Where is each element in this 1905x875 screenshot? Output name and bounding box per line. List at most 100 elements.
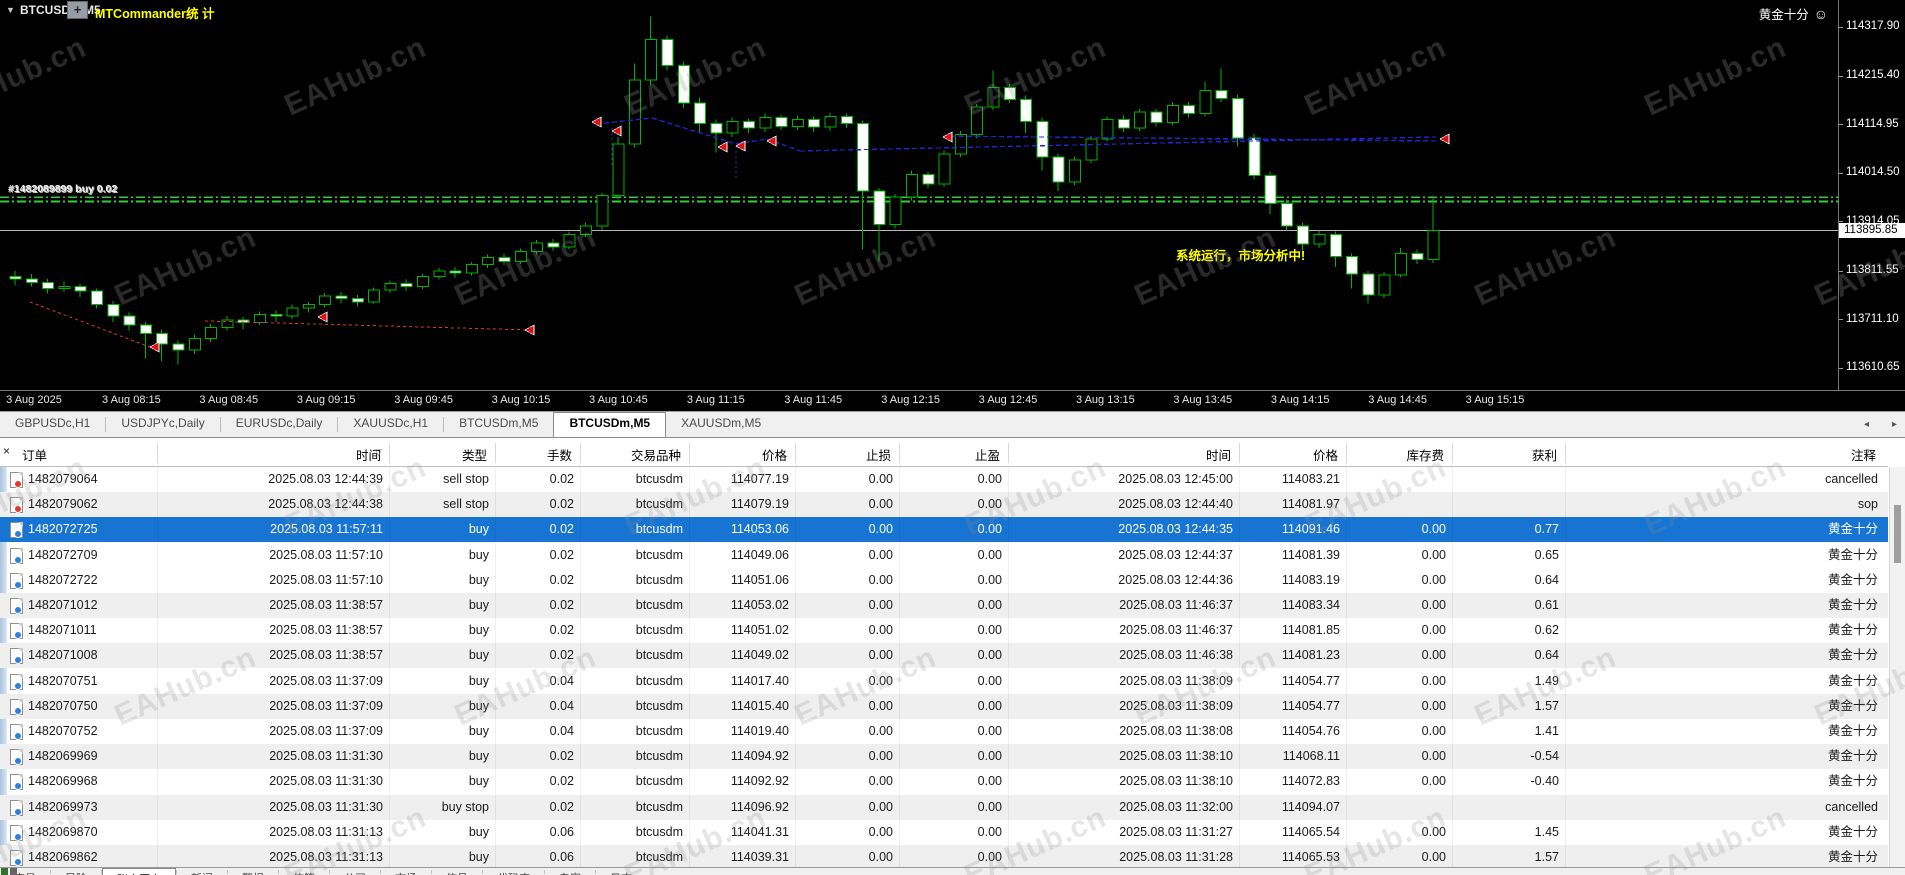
column-separator [795, 618, 796, 644]
cell-close_price: 114054.77 [1281, 698, 1340, 713]
table-row[interactable]: 1482069862 2025.08.03 11:31:13 buy 0.06 btcu… [0, 845, 1888, 867]
table-row[interactable]: 1482069968 2025.08.03 11:31:30 buy 0.02 btcu… [0, 769, 1888, 795]
cell-order: 1482072709 [28, 547, 98, 562]
cell-symbol: btcusdm [635, 799, 683, 814]
chart-tab-btcusdm-m5-4[interactable]: BTCUSDm,M5 [444, 412, 553, 437]
terminal-tab-10[interactable]: 专家 [545, 868, 595, 875]
cell-tp: 0.00 [977, 724, 1002, 738]
table-row[interactable]: 1482069969 2025.08.03 11:31:30 buy 0.02 btcu… [0, 744, 1888, 770]
terminal-tab-11[interactable]: 日志 [596, 868, 646, 875]
column-separator[interactable] [157, 443, 158, 463]
terminal-tab-6[interactable]: 公司 [330, 868, 380, 875]
chart-tab-xauusdc-h1-3[interactable]: XAUUSDc,H1 [338, 412, 443, 437]
col-header-comment[interactable]: 注释 [1851, 445, 1876, 464]
table-row[interactable]: 1482072709 2025.08.03 11:57:10 buy 0.02 btcu… [0, 542, 1888, 568]
column-separator[interactable] [495, 443, 496, 463]
col-header-profit[interactable]: 获利 [1532, 445, 1557, 464]
column-separator[interactable] [580, 443, 581, 463]
cell-profit: 1.49 [1534, 673, 1559, 688]
table-row[interactable]: 1482071011 2025.08.03 11:38:57 buy 0.02 btcu… [0, 618, 1888, 644]
chart-tab-btcusdm-m5-5[interactable]: BTCUSDm,M5 [553, 412, 667, 437]
cell-profit: 0.64 [1534, 648, 1559, 663]
candlestick-chart[interactable] [0, 0, 1838, 390]
chart-tab-gbpusdc-h1-0[interactable]: GBPUSDc,H1 [0, 412, 105, 437]
column-separator[interactable] [389, 443, 390, 463]
col-header-symbol[interactable]: 交易品种 [631, 445, 681, 464]
column-separator [899, 517, 900, 543]
col-header-close_price[interactable]: 价格 [1313, 445, 1338, 464]
terminal-tab-5[interactable]: 信箱 [279, 868, 329, 875]
column-separator [157, 668, 158, 694]
column-separator [1008, 618, 1009, 644]
tab-scroll-left-icon[interactable]: ◂ [1864, 419, 1869, 430]
col-header-price[interactable]: 价格 [762, 445, 787, 464]
column-separator[interactable] [1239, 443, 1240, 463]
column-separator [1452, 593, 1453, 618]
table-row[interactable]: 1482079062 2025.08.03 12:44:38 sell stop 0.… [0, 492, 1888, 518]
column-separator [899, 693, 900, 719]
cell-close_price: 114054.77 [1281, 673, 1340, 688]
cell-comment: 黄金十分 [1827, 623, 1878, 638]
terminal-tab-2[interactable]: 账户历史 [102, 868, 176, 875]
col-header-lots[interactable]: 手数 [547, 445, 572, 464]
chart-tab-xauusdm-m5-6[interactable]: XAUUSDm,M5 [666, 412, 776, 437]
column-separator [1346, 744, 1347, 770]
column-separator[interactable] [689, 443, 690, 463]
cell-type: sell stop [443, 472, 489, 486]
col-header-swap[interactable]: 库存费 [1406, 445, 1444, 464]
column-separator[interactable] [795, 443, 796, 463]
cell-lots: 0.02 [549, 497, 574, 512]
cell-profit: 1.45 [1534, 824, 1559, 839]
terminal-tab-8[interactable]: 信号 [432, 868, 482, 875]
col-header-tp[interactable]: 止盈 [975, 445, 1000, 464]
terminal-tab-1[interactable]: 风险 [51, 868, 101, 875]
chart-region[interactable]: ▼ BTCUSDm,M5 + MTCommander统 计 黄金十分 ☺ #148… [0, 0, 1905, 412]
crosshair-plus-icon[interactable]: + [67, 1, 88, 19]
cell-sl: 0.00 [868, 824, 893, 839]
table-row[interactable]: 1482071012 2025.08.03 11:38:57 buy 0.02 btcu… [0, 593, 1888, 618]
table-row[interactable]: 1482069973 2025.08.03 11:31:30 buy stop 0.0… [0, 794, 1888, 820]
table-row[interactable]: 1482070750 2025.08.03 11:37:09 buy 0.04 btcu… [0, 693, 1888, 719]
table-row[interactable]: 1482079064 2025.08.03 12:44:39 sell stop 0.… [0, 467, 1888, 492]
column-separator [1565, 819, 1566, 845]
table-row[interactable]: 1482072722 2025.08.03 11:57:10 buy 0.02 btcu… [0, 567, 1888, 593]
sort-indicator-icon[interactable]: ▽ [375, 447, 382, 458]
table-row[interactable]: 1482070752 2025.08.03 11:37:09 buy 0.04 btcu… [0, 719, 1888, 744]
cell-tp: 0.00 [977, 572, 1002, 587]
vertical-scrollbar[interactable] [1889, 467, 1905, 867]
terminal-tab-bar: 交易风险账户历史新闻警报信箱公司市场信号代码库专家日志 [0, 867, 1905, 875]
column-separator[interactable] [1008, 443, 1009, 463]
terminal-tab-4[interactable]: 警报 [228, 868, 278, 875]
column-separator [689, 668, 690, 694]
column-separator[interactable] [1346, 443, 1347, 463]
col-header-close_time[interactable]: 时间 [1206, 445, 1231, 464]
col-header-order[interactable]: 订单 [22, 445, 47, 464]
terminal-tab-3[interactable]: 新闻 [177, 868, 227, 875]
chart-tab-usdjpyc-daily-1[interactable]: USDJPYc,Daily [106, 412, 219, 437]
chart-tab-eurusdc-daily-2[interactable]: EURUSDc,Daily [221, 412, 338, 437]
table-row[interactable]: 1482072725 2025.08.03 11:57:11 buy 0.02 btcu… [0, 517, 1888, 543]
table-row[interactable]: 1482070751 2025.08.03 11:37:09 buy 0.04 btcu… [0, 668, 1888, 694]
column-separator[interactable] [1565, 443, 1566, 463]
column-separator [580, 845, 581, 867]
column-separator [580, 719, 581, 744]
cell-close_time: 2025.08.03 11:31:28 [1119, 850, 1233, 864]
column-separator[interactable] [1452, 443, 1453, 463]
tab-scroll-right-icon[interactable]: ▸ [1892, 419, 1897, 430]
chart-dropdown-icon[interactable]: ▼ [6, 5, 15, 15]
table-row[interactable]: 1482069870 2025.08.03 11:31:13 buy 0.06 btcu… [0, 819, 1888, 845]
column-separator [157, 618, 158, 644]
table-row[interactable]: 1482071008 2025.08.03 11:38:57 buy 0.02 btcu… [0, 643, 1888, 669]
column-separator [495, 643, 496, 669]
trade-arrow-icon [766, 135, 777, 147]
cell-swap: 0.00 [1421, 673, 1446, 688]
close-panel-button[interactable]: × [3, 444, 10, 458]
column-separator[interactable] [899, 443, 900, 463]
col-header-type[interactable]: 类型 [462, 445, 487, 464]
column-separator [1239, 492, 1240, 518]
scrollbar-thumb[interactable] [1894, 505, 1901, 563]
order-icon [10, 497, 23, 514]
terminal-tab-7[interactable]: 市场 [381, 868, 431, 875]
terminal-tab-9[interactable]: 代码库 [483, 868, 544, 875]
col-header-sl[interactable]: 止损 [866, 445, 891, 464]
